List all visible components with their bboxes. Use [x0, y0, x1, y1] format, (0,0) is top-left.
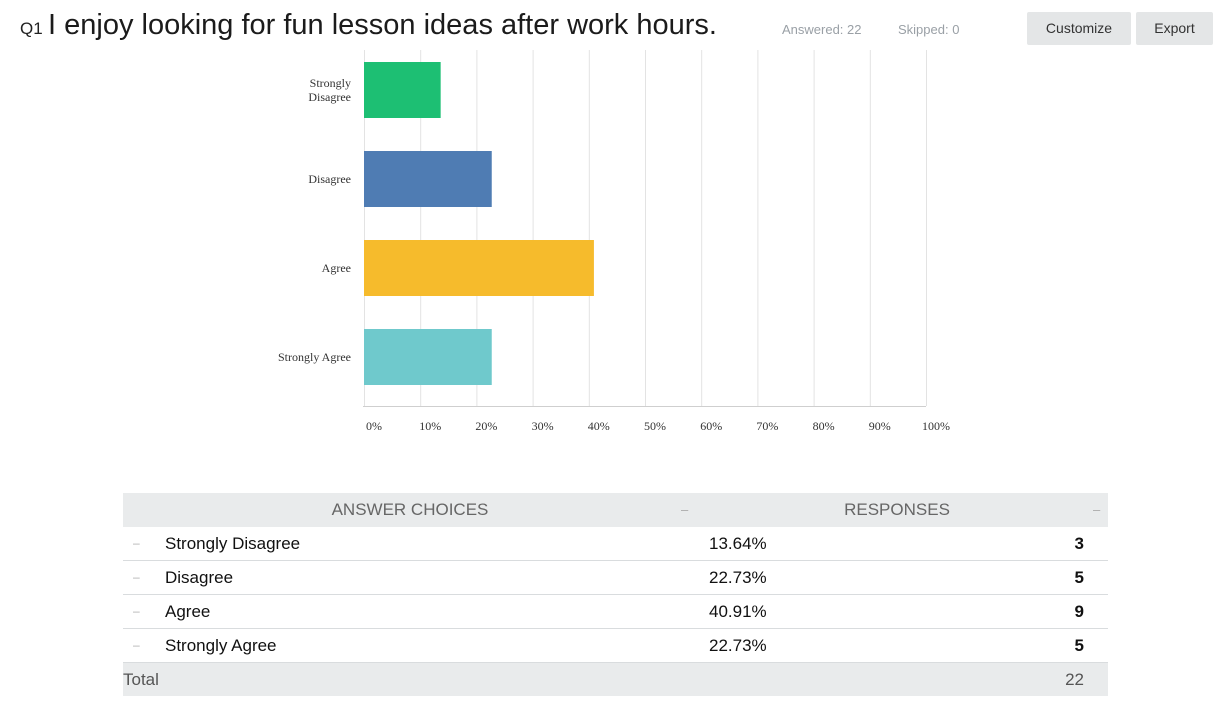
x-tick-label: 50%	[644, 419, 666, 433]
x-tick-label: 10%	[419, 419, 441, 433]
header-responses-sort[interactable]: –	[1093, 493, 1100, 527]
table-row: – Agree 40.91% 9	[123, 595, 1108, 629]
row-choice: Strongly Disagree	[165, 534, 301, 553]
row-percent: 22.73%	[709, 568, 767, 587]
chart-category-labels: StronglyDisagreeDisagreeAgreeStrongly Ag…	[278, 76, 351, 364]
bar-disagree	[364, 151, 492, 207]
row-count: 5	[1074, 636, 1084, 655]
header-responses[interactable]: RESPONSES	[697, 493, 1097, 527]
bar-agree	[364, 240, 594, 296]
header-answer-choices-sort[interactable]: –	[681, 493, 688, 527]
chart-x-tick-labels: 0% 10% 20% 30% 40% 50% 60% 70% 80% 90% 100%	[366, 419, 950, 433]
row-dash: –	[133, 536, 140, 550]
row-choice: Strongly Agree	[165, 636, 277, 655]
total-value: 22	[1065, 670, 1084, 689]
row-dash: –	[133, 638, 140, 652]
row-dash: –	[133, 570, 140, 584]
row-count: 3	[1074, 534, 1084, 553]
total-label: Total	[123, 670, 159, 689]
x-tick-label: 80%	[813, 419, 835, 433]
table-row: – Strongly Disagree 13.64% 3	[123, 527, 1108, 561]
x-tick-label: 70%	[756, 419, 778, 433]
x-tick-label: 90%	[869, 419, 891, 433]
row-percent: 13.64%	[709, 534, 767, 553]
table-row: – Strongly Agree 22.73% 5	[123, 629, 1108, 663]
table-header: ANSWER CHOICES – RESPONSES –	[123, 493, 1108, 527]
bar-strongly-agree	[364, 329, 492, 385]
bar-chart: StronglyDisagreeDisagreeAgreeStrongly Ag…	[278, 50, 950, 433]
category-label: Strongly	[310, 76, 351, 90]
category-label: Disagree	[308, 172, 351, 186]
header-answer-choices[interactable]: ANSWER CHOICES	[123, 493, 697, 527]
x-tick-label: 40%	[588, 419, 610, 433]
x-tick-label: 60%	[700, 419, 722, 433]
table-total-row: Total 22	[123, 663, 1108, 696]
row-percent: 22.73%	[709, 636, 767, 655]
category-label: Disagree	[308, 90, 351, 104]
row-choice: Agree	[165, 602, 211, 621]
x-tick-label: 100%	[922, 419, 950, 433]
category-label: Agree	[322, 261, 351, 275]
category-label: Strongly Agree	[278, 350, 351, 364]
row-dash: –	[133, 604, 140, 618]
responses-table: ANSWER CHOICES – RESPONSES – – Strongly …	[123, 493, 1108, 696]
chart-bars	[364, 62, 594, 385]
row-count: 9	[1074, 602, 1084, 621]
x-tick-label: 20%	[475, 419, 497, 433]
bar-strongly-disagree	[364, 62, 441, 118]
x-tick-label: 30%	[532, 419, 554, 433]
row-count: 5	[1074, 568, 1084, 587]
x-tick-label: 0%	[366, 419, 382, 433]
table-row: – Disagree 22.73% 5	[123, 561, 1108, 595]
row-percent: 40.91%	[709, 602, 767, 621]
row-choice: Disagree	[165, 568, 234, 587]
